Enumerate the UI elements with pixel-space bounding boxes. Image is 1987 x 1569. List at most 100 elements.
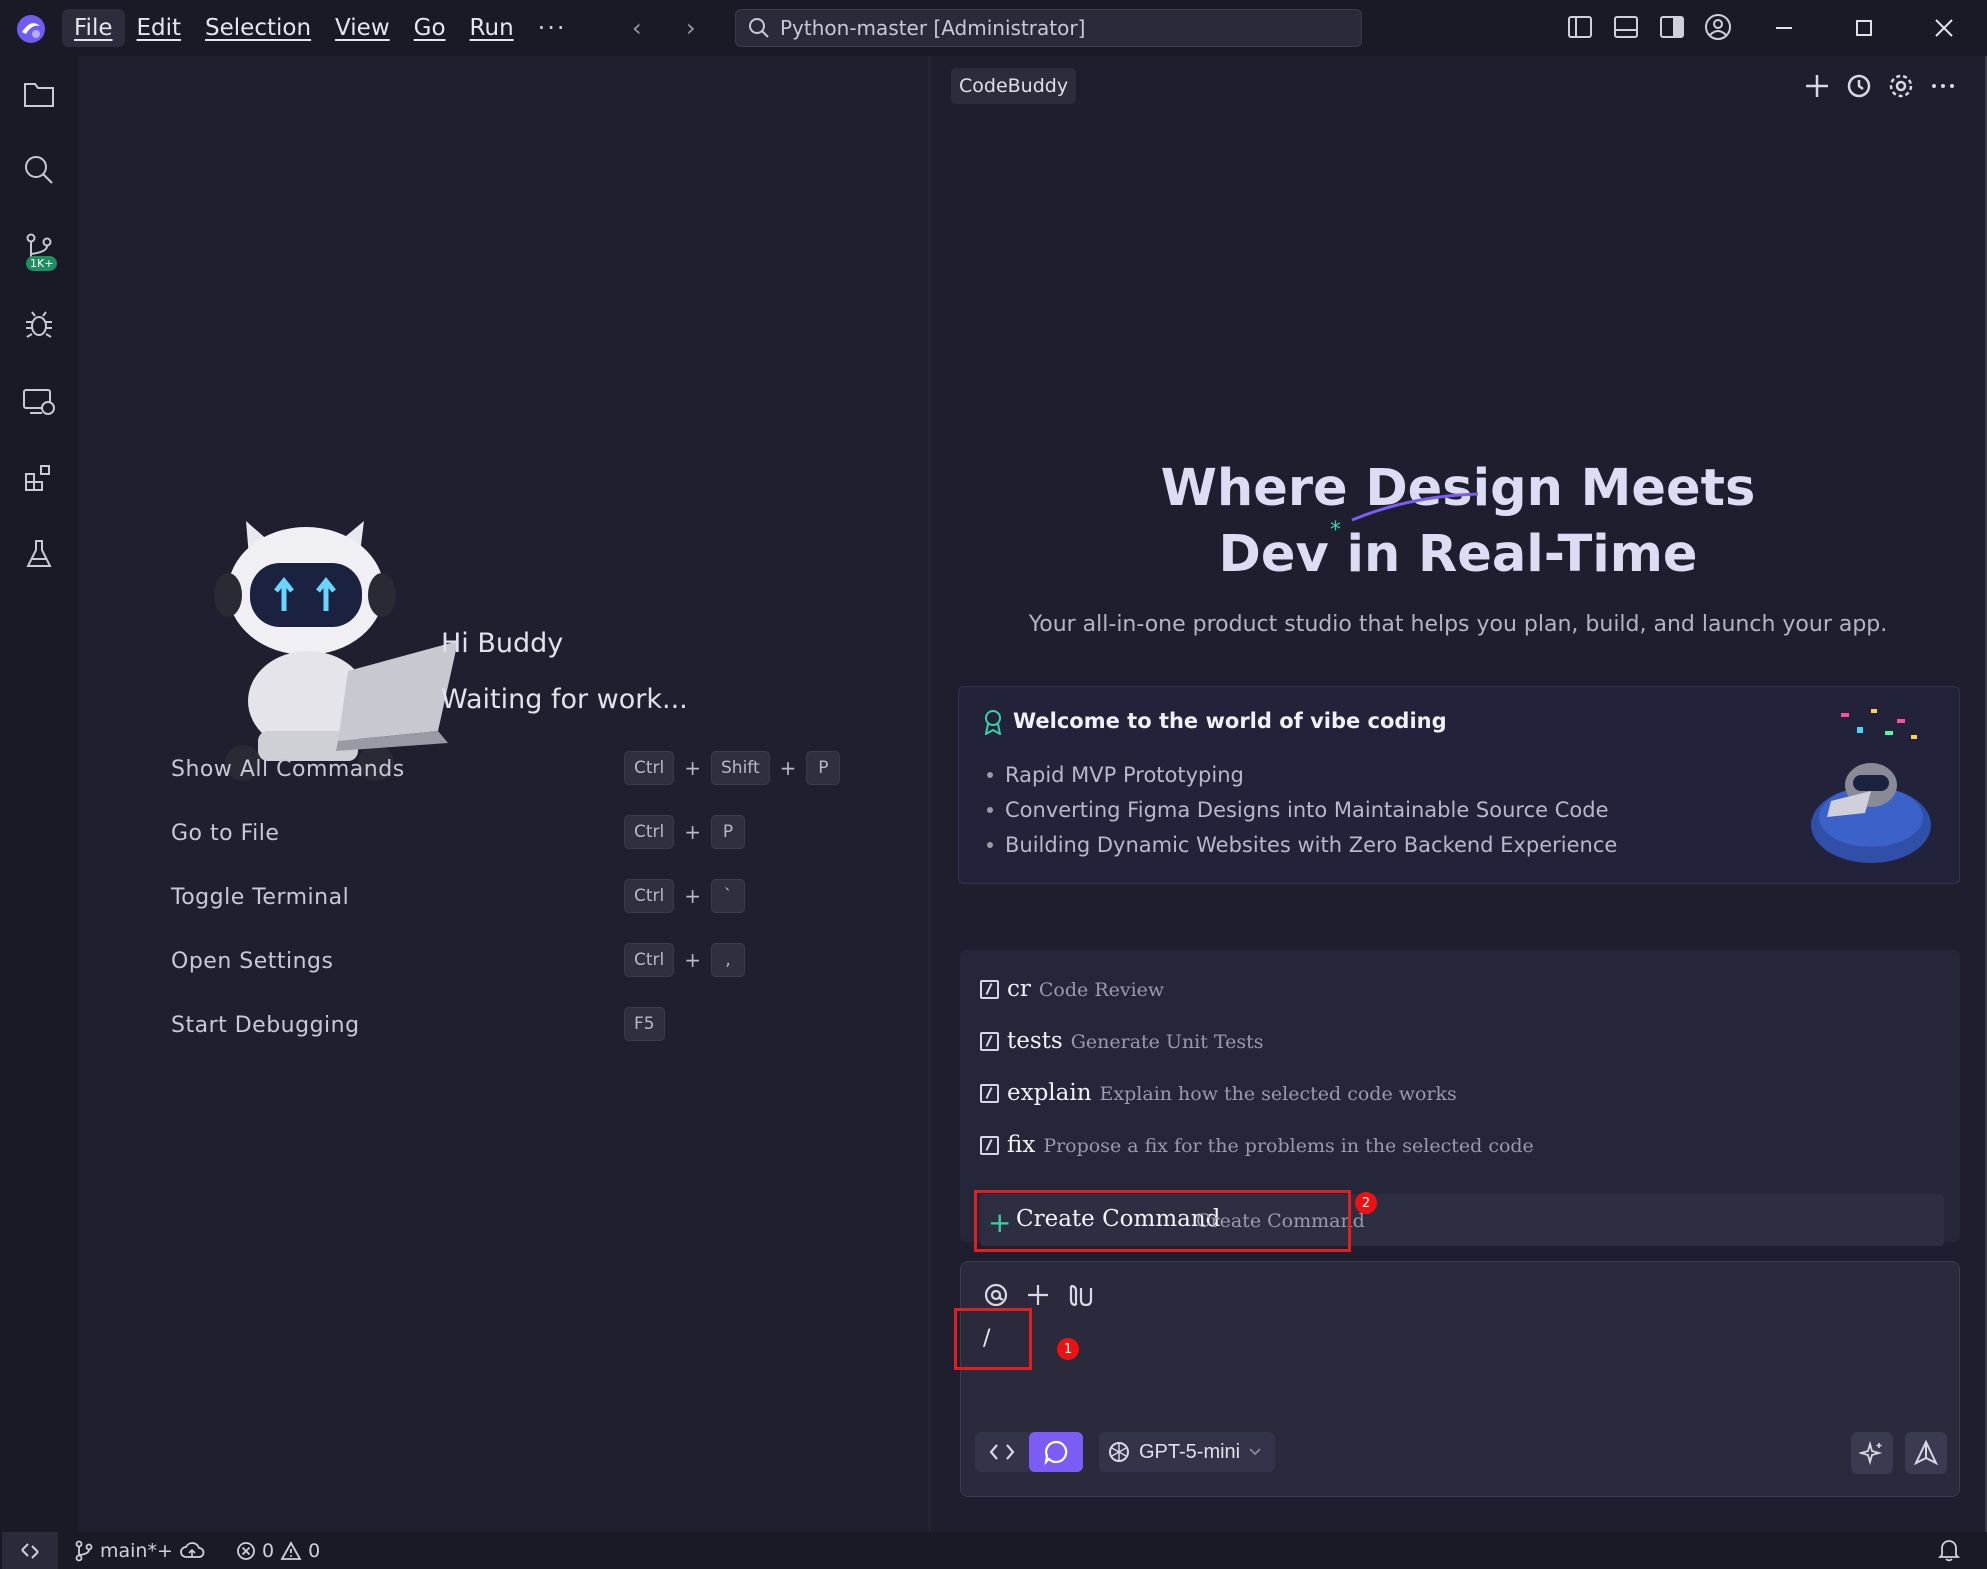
key: P [806,751,841,785]
extensions-icon[interactable] [19,458,59,498]
layout-controls [1565,12,1733,42]
menu-run[interactable]: Run [458,9,526,47]
mode-toggle [975,1432,1083,1472]
key: Ctrl [624,815,675,849]
new-chat-plus-icon[interactable] [1803,72,1831,100]
step-badge-2: 2 [1355,1192,1377,1214]
key: Ctrl [624,879,675,913]
slash-command-menu: cr Code Review tests Generate Unit Tests… [960,950,1960,1252]
badge-ribbon-icon [984,710,1002,735]
command-desc: Explain how the selected code works [1099,1083,1457,1105]
command-center-search[interactable]: Python-master [Administrator] [735,9,1362,47]
activity-bar: 1K+ [0,56,78,1532]
shortcut-keys: F5 [624,1007,665,1041]
more-icon[interactable] [1929,72,1957,100]
slash-command-icon [980,1032,999,1051]
key-plus: + [779,756,797,780]
menu-edit[interactable]: Edit [125,9,194,47]
command-name: cr [1007,976,1031,1002]
gear-icon[interactable] [1887,72,1915,100]
add-context-plus-icon[interactable] [1025,1282,1051,1308]
command-cr[interactable]: cr Code Review [980,976,1164,1002]
notifications-bell[interactable] [1938,1538,1960,1562]
input-toolbar [983,1282,1095,1308]
maximize-button[interactable] [1844,10,1884,46]
code-mode-button[interactable] [975,1432,1029,1472]
shortcut-keys: Ctrl + P [624,815,746,849]
shortcut-label: Toggle Terminal [171,885,350,910]
menu-selection[interactable]: Selection [193,9,323,47]
status-bar: main*+ 0 0 [0,1532,1987,1569]
command-tests[interactable]: tests Generate Unit Tests [980,1028,1264,1054]
shortcut-label: Open Settings [171,949,334,974]
debug-icon[interactable] [19,304,59,344]
slash-command-icon [980,1136,999,1155]
welcome-title: Welcome to the world of vibe coding [1013,709,1447,733]
branch-indicator[interactable]: main*+ [74,1540,205,1562]
back-button[interactable]: ‹ [632,14,642,42]
command-name: tests [1007,1028,1063,1054]
shortcut-toggle-terminal[interactable]: Toggle Terminal Ctrl + ` [171,879,911,919]
beanbag-robot-illustration-icon [1811,709,1931,863]
account-icon[interactable] [1703,12,1733,42]
welcome-list: Rapid MVP Prototyping Converting Figma D… [987,757,1617,862]
command-desc: Code Review [1038,979,1165,1001]
shortcut-open-settings[interactable]: Open Settings Ctrl + , [171,943,911,983]
forward-button[interactable]: › [686,14,696,42]
sparkle-stars-icon [1859,1440,1883,1466]
remote-explorer-icon[interactable] [19,382,59,422]
codebuddy-panel: CodeBuddy Where Design Meets Dev in Real… [929,56,1985,1532]
key: P [711,815,746,849]
remote-indicator[interactable] [2,1532,58,1569]
model-selector[interactable]: GPT-5-mini [1099,1432,1275,1472]
toggle-primary-sidebar-icon[interactable] [1565,12,1595,42]
history-icon[interactable] [1845,72,1873,100]
minimize-button[interactable] [1764,10,1804,46]
chevron-down-icon [1249,1448,1261,1456]
key: Ctrl [624,943,675,977]
explorer-icon[interactable] [19,74,59,114]
toggle-panel-icon[interactable] [1611,12,1641,42]
code-brackets-icon [989,1444,1015,1460]
list-item: Rapid MVP Prototyping [987,757,1617,792]
shortcut-show-all-commands[interactable]: Show All Commands Ctrl + Shift + P [171,751,911,791]
enhance-prompt-button[interactable] [1851,1432,1893,1474]
search-icon[interactable] [19,150,59,190]
testing-icon[interactable] [19,534,59,574]
key: Ctrl [624,751,675,785]
chat-mode-button[interactable] [1029,1432,1083,1472]
send-button[interactable] [1905,1432,1947,1474]
key-plus: + [684,756,702,780]
list-item: Building Dynamic Websites with Zero Back… [987,827,1617,862]
codebuddy-tab[interactable]: CodeBuddy [951,68,1077,104]
chat-input-box[interactable]: / 1 GPT-5-mini [954,1261,1960,1497]
hero-heading: Where Design Meets Dev in Real-Time [930,456,1986,588]
menu-more-button[interactable]: ··· [526,10,579,46]
search-text: Python-master [Administrator] [780,16,1086,40]
toggle-secondary-sidebar-icon[interactable] [1657,12,1687,42]
at-mention-icon[interactable] [983,1282,1009,1308]
error-count: 0 [262,1540,275,1562]
error-icon [237,1542,255,1560]
command-desc: Propose a fix for the problems in the se… [1043,1135,1534,1157]
menu-file[interactable]: File [62,9,125,47]
problems-indicator[interactable]: 0 0 [236,1540,320,1562]
editor-welcome-area: Hi Buddy Waiting for work... Show All Co… [78,56,929,1532]
shortcut-keys: Ctrl + ` [624,879,746,913]
welcome-card: Welcome to the world of vibe coding Rapi… [958,686,1960,884]
shortcut-label: Start Debugging [171,1013,360,1038]
shortcut-keys: Ctrl + , [624,943,746,977]
app-logo-icon [17,15,45,43]
close-button[interactable] [1924,10,1964,46]
menu-go[interactable]: Go [402,9,458,47]
shortcut-go-to-file[interactable]: Go to File Ctrl + P [171,815,911,855]
menu-view[interactable]: View [323,9,402,47]
command-explain[interactable]: explain Explain how the selected code wo… [980,1080,1457,1106]
cloud-sync-icon[interactable] [179,1541,205,1561]
menu-bar: File Edit Selection View Go Run ··· [62,6,579,50]
command-fix[interactable]: fix Propose a fix for the problems in th… [980,1132,1534,1158]
shortcut-start-debugging[interactable]: Start Debugging F5 [171,1007,911,1047]
rules-icon[interactable] [1067,1282,1095,1308]
key-plus: + [684,948,702,972]
sparkle-icon: * [1330,518,1341,543]
